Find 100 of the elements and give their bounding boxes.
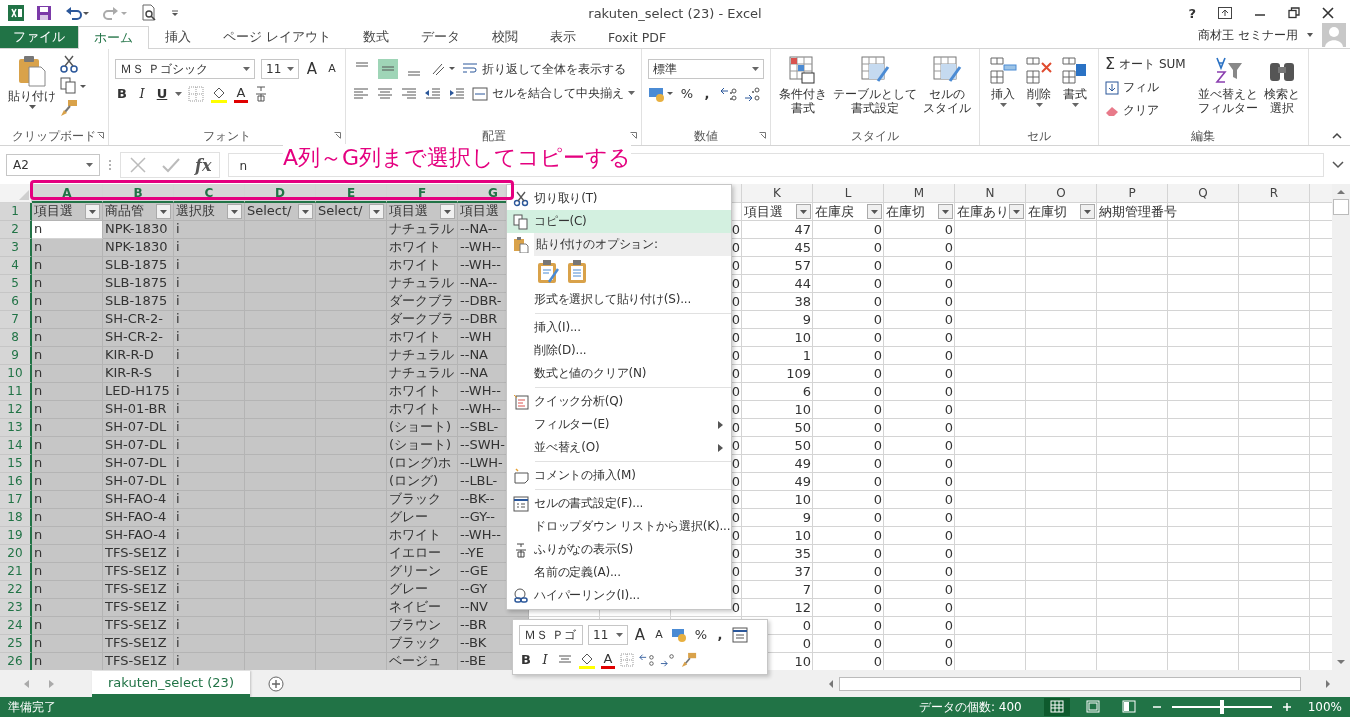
column-header[interactable]: L	[813, 184, 884, 203]
italic-button[interactable]: I	[538, 651, 552, 669]
insert-function-button[interactable]: fx	[195, 155, 212, 175]
filter-dropdown-icon[interactable]	[796, 204, 811, 219]
restore-icon[interactable]	[1288, 7, 1300, 19]
row-header[interactable]: 11	[0, 383, 32, 401]
grow-font-button[interactable]: A	[305, 60, 319, 78]
number-format-dropdown[interactable]: 標準	[648, 59, 764, 79]
percent-button[interactable]: %	[694, 626, 708, 644]
zoom-in-icon[interactable]	[1281, 702, 1292, 712]
row-header[interactable]: 18	[0, 509, 32, 527]
ribbon-tab[interactable]: 数式	[347, 26, 405, 48]
bold-button[interactable]: B	[115, 85, 129, 103]
ribbon-tab[interactable]: ホーム	[78, 26, 149, 49]
ribbon-tab[interactable]: ページ レイアウト	[207, 26, 347, 48]
decrease-decimal-icon[interactable]	[660, 652, 676, 668]
scroll-left-icon[interactable]	[827, 678, 835, 689]
align-left-icon[interactable]	[352, 85, 370, 102]
sort-filter-button[interactable]: 並べ替えと フィルター	[1195, 53, 1260, 118]
row-header[interactable]: 26	[0, 653, 32, 670]
caret-icon[interactable]	[1306, 32, 1314, 38]
print-preview-icon[interactable]	[140, 4, 158, 22]
column-header[interactable]: K	[742, 184, 813, 203]
dialog-launcher-icon[interactable]	[630, 132, 637, 139]
ribbon-tab[interactable]: 挿入	[149, 26, 207, 48]
font-color-button[interactable]: A	[234, 85, 248, 103]
row-header[interactable]: 12	[0, 401, 32, 419]
row-header[interactable]: 20	[0, 545, 32, 563]
paste-option-icon[interactable]	[567, 260, 587, 284]
filter-dropdown-icon[interactable]	[440, 203, 455, 219]
ribbon-tab[interactable]: データ	[405, 26, 476, 48]
format-cells-button[interactable]: 書式	[1058, 53, 1092, 111]
font-color-button[interactable]: A	[601, 651, 615, 669]
wrap-text-button[interactable]: 折り返して全体を表示する	[462, 60, 626, 78]
scroll-up-icon[interactable]	[1336, 188, 1346, 196]
column-header[interactable]: Q	[1168, 184, 1239, 203]
row-header[interactable]: 3	[0, 239, 32, 257]
insert-cells-button[interactable]: 挿入	[986, 53, 1020, 111]
checkmark-icon[interactable]	[161, 156, 181, 174]
name-box[interactable]: A2	[6, 154, 100, 176]
row-header[interactable]: 8	[0, 329, 32, 347]
sheet-tab[interactable]: rakuten_select (23)	[92, 670, 250, 697]
row-header[interactable]: 14	[0, 437, 32, 455]
filter-dropdown-icon[interactable]	[867, 204, 882, 219]
row-header[interactable]: 17	[0, 491, 32, 509]
filter-dropdown-icon[interactable]	[369, 203, 384, 219]
row-header[interactable]: 13	[0, 419, 32, 437]
add-sheet-icon[interactable]	[267, 675, 284, 692]
row-header[interactable]: 10	[0, 365, 32, 383]
row-header[interactable]: 7	[0, 311, 32, 329]
clear-button[interactable]: クリア	[1105, 102, 1186, 119]
normal-view-icon[interactable]	[1043, 698, 1070, 716]
close-icon[interactable]	[1322, 7, 1334, 19]
increase-decimal-icon[interactable]	[639, 652, 655, 668]
grow-font-button[interactable]: A	[633, 626, 647, 644]
underline-button[interactable]: U	[155, 85, 169, 103]
align-center-icon[interactable]	[376, 85, 394, 102]
row-header[interactable]: 5	[0, 275, 32, 293]
shrink-font-button[interactable]: A	[325, 60, 339, 78]
row-header[interactable]: 1	[0, 203, 32, 221]
comma-button[interactable]: ,	[700, 85, 714, 103]
collapse-ribbon-icon[interactable]	[1332, 132, 1342, 139]
column-header[interactable]: M	[884, 184, 955, 203]
row-header[interactable]: 9	[0, 347, 32, 365]
column-header[interactable]: R	[1239, 184, 1310, 203]
column-header[interactable]: N	[955, 184, 1026, 203]
redo-icon[interactable]	[102, 5, 128, 21]
zoom-slider-thumb[interactable]	[1219, 700, 1224, 714]
filter-dropdown-icon[interactable]	[1009, 204, 1024, 219]
find-select-button[interactable]: 検索と 選択	[1261, 53, 1302, 118]
autosum-button[interactable]: Σ オート SUM	[1105, 55, 1186, 73]
row-header[interactable]: 21	[0, 563, 32, 581]
vertical-scrollbar[interactable]	[1332, 184, 1350, 670]
decrease-indent-icon[interactable]	[424, 85, 442, 102]
zoom-level[interactable]: 100%	[1307, 700, 1342, 714]
font-size-dropdown[interactable]: 11	[588, 625, 628, 645]
fill-button[interactable]: フィル	[1105, 79, 1186, 96]
decrease-decimal-icon[interactable]	[744, 86, 762, 102]
increase-indent-icon[interactable]	[448, 85, 466, 102]
percent-button[interactable]: %	[680, 85, 694, 103]
cell-styles-button[interactable]: セルの スタイル	[921, 53, 973, 118]
expand-formula-bar-icon[interactable]	[1332, 161, 1344, 169]
column-header[interactable]: P	[1097, 184, 1168, 203]
increase-decimal-icon[interactable]	[720, 86, 738, 102]
italic-button[interactable]: I	[135, 85, 149, 103]
conditional-formatting-button[interactable]: 条件付き 書式	[777, 53, 829, 118]
caret-icon[interactable]	[175, 91, 182, 97]
column-header[interactable]: O	[1026, 184, 1097, 203]
scroll-right-icon[interactable]	[1324, 678, 1332, 689]
shrink-font-button[interactable]: A	[652, 626, 666, 644]
filter-dropdown-icon[interactable]	[1080, 204, 1095, 219]
save-icon[interactable]	[36, 5, 52, 21]
filter-dropdown-icon[interactable]	[156, 203, 171, 219]
scroll-down-icon[interactable]	[1336, 658, 1346, 666]
filter-dropdown-icon[interactable]	[938, 204, 953, 219]
currency-format-icon[interactable]	[671, 627, 689, 643]
select-all-button[interactable]	[0, 184, 32, 203]
ribbon-tab[interactable]: 校閲	[476, 26, 534, 48]
row-header[interactable]: 22	[0, 581, 32, 599]
format-cells-icon[interactable]	[732, 627, 748, 643]
